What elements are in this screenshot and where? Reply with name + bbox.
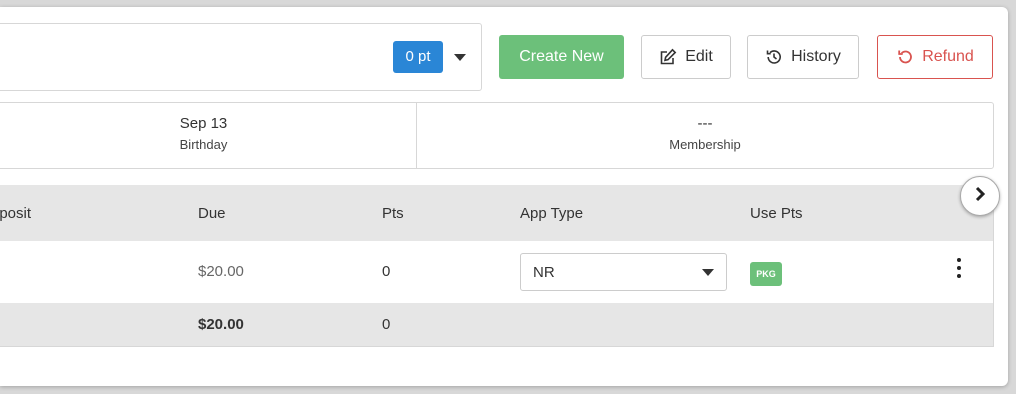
edit-button[interactable]: Edit bbox=[641, 35, 731, 79]
order-panel: 0 pt Create New Edit History Refund Sep … bbox=[0, 7, 1008, 386]
history-button[interactable]: History bbox=[747, 35, 859, 79]
refund-button[interactable]: Refund bbox=[877, 35, 993, 79]
row-due: $20.00 bbox=[198, 263, 244, 280]
column-header-deposit: eposit bbox=[0, 205, 32, 222]
birthday-label: Birthday bbox=[179, 137, 228, 152]
birthday-value: Sep 13 bbox=[179, 115, 228, 132]
birthday-info: Sep 13 Birthday bbox=[0, 115, 416, 152]
membership-info: --- Membership bbox=[417, 115, 993, 152]
chevron-down-icon bbox=[702, 269, 714, 276]
totals-row: $20.00 0 bbox=[0, 303, 993, 346]
history-icon bbox=[765, 48, 783, 66]
refund-icon bbox=[896, 48, 914, 66]
refund-label: Refund bbox=[922, 48, 974, 65]
customer-info-panel: Sep 13 Birthday --- Membership bbox=[0, 102, 994, 169]
table-row: $20.00 0 NR PKG bbox=[0, 241, 993, 303]
total-pts: 0 bbox=[382, 316, 391, 333]
scroll-right-button[interactable] bbox=[960, 176, 1000, 216]
membership-label: Membership bbox=[669, 137, 741, 152]
use-pts-pkg-badge[interactable]: PKG bbox=[750, 262, 782, 286]
points-badge: 0 pt bbox=[393, 41, 443, 73]
caret-down-icon[interactable] bbox=[454, 54, 466, 61]
table-header: eposit Due Pts App Type Use Pts bbox=[0, 185, 993, 241]
edit-label: Edit bbox=[685, 48, 713, 65]
history-label: History bbox=[791, 48, 841, 65]
row-pts: 0 bbox=[382, 263, 391, 280]
column-header-due: Due bbox=[198, 205, 226, 222]
edit-icon bbox=[659, 48, 677, 66]
app-type-value: NR bbox=[533, 264, 555, 281]
app-type-select[interactable]: NR bbox=[520, 253, 727, 291]
membership-value: --- bbox=[697, 115, 713, 132]
column-header-app-type: App Type bbox=[520, 205, 584, 222]
column-header-pts: Pts bbox=[382, 205, 404, 222]
create-new-label: Create New bbox=[519, 48, 604, 65]
create-new-button[interactable]: Create New bbox=[499, 35, 624, 79]
customer-search-field[interactable]: 0 pt bbox=[0, 23, 482, 91]
chevron-right-icon bbox=[973, 186, 987, 207]
line-items-table: eposit Due Pts App Type Use Pts $20.00 0… bbox=[0, 185, 994, 347]
kebab-menu-icon[interactable] bbox=[954, 258, 964, 282]
total-due: $20.00 bbox=[198, 316, 244, 333]
column-header-use-pts: Use Pts bbox=[750, 205, 803, 222]
